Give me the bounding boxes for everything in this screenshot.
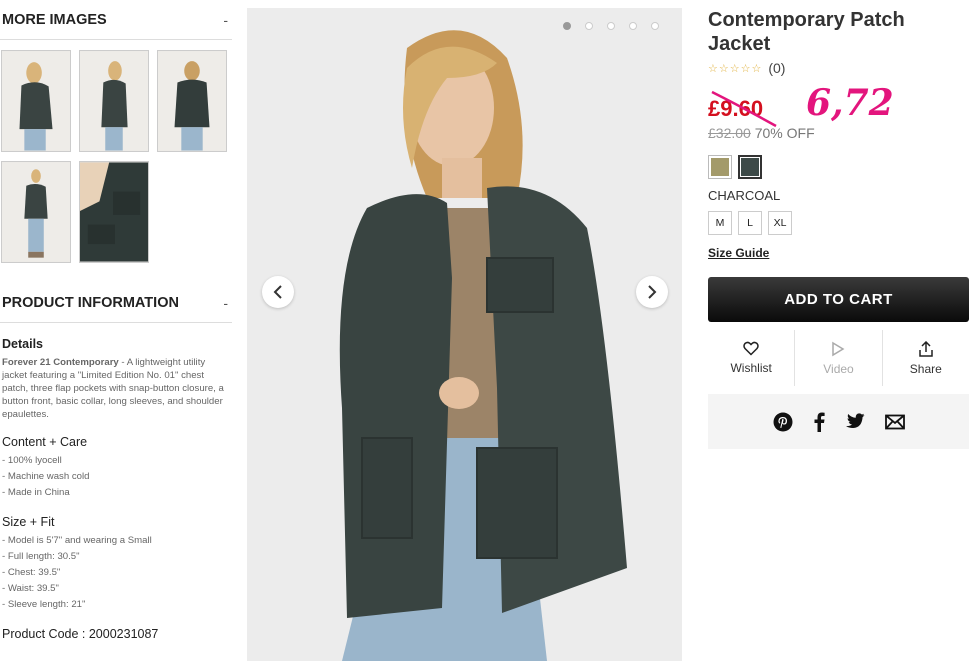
content-care-list: - 100% lyocell - Machine wash cold - Mad… xyxy=(2,453,230,501)
carousel-dots xyxy=(563,22,659,30)
more-images-heading: MORE IMAGES xyxy=(2,11,107,28)
model-photo xyxy=(247,8,682,661)
thumbnail-image[interactable] xyxy=(1,50,71,152)
left-column: MORE IMAGES - PRODUCT INFORMATION - Deta… xyxy=(0,0,232,641)
list-item: - Full length: 30.5" xyxy=(2,551,80,562)
size-options: M L XL xyxy=(708,211,969,235)
brand-name: Forever 21 Contemporary xyxy=(2,357,119,368)
list-item: - 100% lyocell xyxy=(2,455,62,466)
product-title: Contemporary Patch Jacket xyxy=(708,9,905,55)
thumbnail-image[interactable] xyxy=(79,161,149,263)
details-heading: Details xyxy=(2,337,43,351)
carousel-dot[interactable] xyxy=(563,22,571,30)
size-option[interactable]: L xyxy=(738,211,762,235)
content-care-heading: Content + Care xyxy=(2,435,88,449)
add-to-cart-button[interactable]: ADD TO CART xyxy=(708,277,969,322)
wishlist-label: Wishlist xyxy=(730,361,772,375)
social-share-bar xyxy=(708,394,969,449)
thumbnail-image[interactable] xyxy=(79,50,149,152)
size-fit-heading: Size + Fit xyxy=(2,515,55,529)
list-item: - Sleeve length: 21" xyxy=(2,599,86,610)
pinterest-icon[interactable] xyxy=(773,412,793,432)
carousel-dot[interactable] xyxy=(585,22,593,30)
color-swatch-charcoal[interactable] xyxy=(738,155,762,179)
product-details: Details Forever 21 Contemporary - A ligh… xyxy=(0,337,232,641)
list-item: - Waist: 39.5" xyxy=(2,583,59,594)
heart-icon xyxy=(743,341,759,356)
size-guide-link[interactable]: Size Guide xyxy=(708,246,769,260)
handwritten-strike-icon xyxy=(711,90,777,128)
size-fit-list: - Model is 5'7" and wearing a Small - Fu… xyxy=(2,533,230,613)
thumbnail-grid xyxy=(0,40,232,263)
chevron-right-icon xyxy=(648,285,657,299)
next-image-button[interactable] xyxy=(636,276,668,308)
star-rating-icon: ☆☆☆☆☆ xyxy=(708,62,763,75)
color-swatch-olive[interactable] xyxy=(708,155,732,179)
video-button[interactable]: Video xyxy=(795,330,883,386)
chevron-left-icon xyxy=(273,285,282,299)
carousel-dot[interactable] xyxy=(651,22,659,30)
thumbnail-image[interactable] xyxy=(157,50,227,152)
size-option[interactable]: M xyxy=(708,211,732,235)
email-icon[interactable] xyxy=(884,414,905,430)
facebook-icon[interactable] xyxy=(813,412,825,432)
product-info-heading: PRODUCT INFORMATION xyxy=(2,294,179,311)
size-option[interactable]: XL xyxy=(768,211,792,235)
rating[interactable]: ☆☆☆☆☆ (0) xyxy=(708,60,969,76)
product-info-header[interactable]: PRODUCT INFORMATION - xyxy=(0,283,232,323)
previous-image-button[interactable] xyxy=(262,276,294,308)
collapse-toggle-icon[interactable]: - xyxy=(223,295,230,311)
product-panel: Contemporary Patch Jacket ☆☆☆☆☆ (0) £9.6… xyxy=(708,8,969,449)
price-row: £9.60 6,72 xyxy=(708,82,969,128)
product-description: Forever 21 Contemporary - A lightweight … xyxy=(2,356,230,421)
share-icon xyxy=(919,340,933,357)
list-item: - Model is 5'7" and wearing a Small xyxy=(2,535,152,546)
carousel-dot[interactable] xyxy=(607,22,615,30)
share-label: Share xyxy=(909,361,942,376)
list-item: - Machine wash cold xyxy=(2,471,90,482)
color-swatches xyxy=(708,155,969,179)
action-bar: Wishlist Video Share xyxy=(708,330,969,386)
collapse-toggle-icon[interactable]: - xyxy=(223,12,230,28)
product-code: Product Code : 2000231087 xyxy=(2,627,159,641)
play-icon xyxy=(832,341,845,356)
thumbnail-image[interactable] xyxy=(1,161,71,263)
main-product-image[interactable] xyxy=(247,8,682,661)
video-label: Video xyxy=(823,361,854,376)
selected-color-name: CHARCOAL xyxy=(708,188,781,203)
twitter-icon[interactable] xyxy=(845,413,865,430)
handwritten-price: 6,72 xyxy=(806,82,894,124)
more-images-header[interactable]: MORE IMAGES - xyxy=(0,0,232,40)
list-item: - Made in China xyxy=(2,487,70,498)
review-count: (0) xyxy=(768,60,786,76)
wishlist-button[interactable]: Wishlist xyxy=(708,330,796,386)
share-button[interactable]: Share xyxy=(883,330,969,386)
list-item: - Chest: 39.5" xyxy=(2,567,61,578)
carousel-dot[interactable] xyxy=(629,22,637,30)
